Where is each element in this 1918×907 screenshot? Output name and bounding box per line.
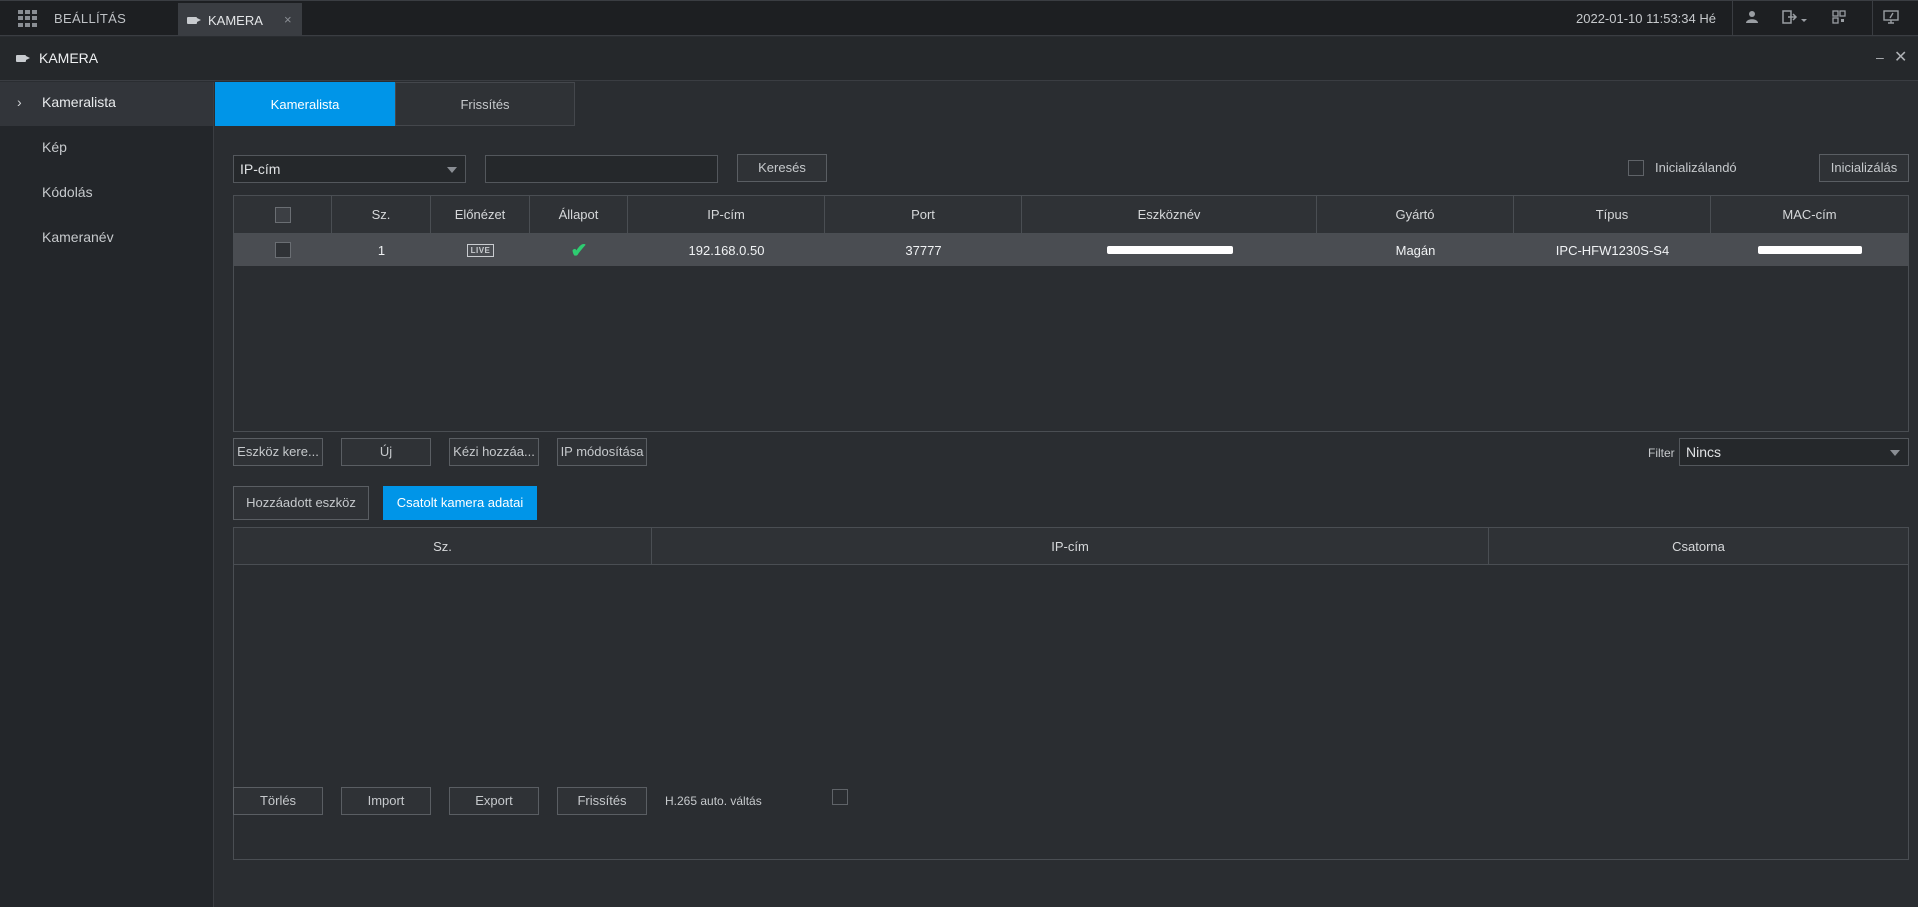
status-cell: ✔ [530, 234, 628, 266]
sidebar-item-label: Kameralista [42, 94, 116, 110]
delete-button[interactable]: Törlés [233, 787, 323, 815]
column-header: Gyártó [1317, 196, 1514, 233]
new-device-button[interactable]: Új [341, 438, 431, 466]
preview-cell: LIVE [431, 234, 530, 266]
column-header: Előnézet [431, 196, 530, 233]
divider [1732, 1, 1733, 36]
datetime-display: 2022-01-10 11:53:34 Hé [1576, 11, 1716, 26]
linked-table-header: Sz. IP-cím Csatorna [234, 528, 1908, 565]
search-button[interactable]: Keresés [737, 154, 827, 182]
table-row[interactable]: 1 LIVE ✔ 192.168.0.50 37777 Magán IPC-HF… [234, 234, 1908, 266]
divider [1872, 1, 1873, 36]
device-table: Sz. Előnézet Állapot IP-cím Port Eszközn… [233, 195, 1909, 432]
column-header: IP-cím [628, 196, 825, 233]
filter-value: Nincs [1686, 444, 1722, 460]
init-button[interactable]: Inicializálás [1819, 154, 1909, 182]
h265-checkbox[interactable] [832, 789, 848, 805]
device-name-redacted [1022, 234, 1317, 266]
port: 37777 [905, 242, 942, 258]
column-header: MAC-cím [1782, 207, 1837, 222]
chevron-down-icon [447, 167, 457, 173]
home-label[interactable]: BEÁLLÍTÁS [54, 11, 126, 26]
panel-title-bar: KAMERA – ✕ [0, 37, 1918, 81]
main-content: Kameralista Frissítés IP-cím Keresés Ini… [215, 82, 1918, 907]
search-field-select[interactable]: IP-cím [233, 155, 466, 183]
column-header: Csatorna [1672, 538, 1725, 554]
tab-label: KAMERA [208, 13, 263, 28]
main-menu-grid-icon[interactable] [18, 10, 37, 27]
user-icon[interactable] [1742, 9, 1762, 29]
sidebar-item-kameranev[interactable]: Kameranév [0, 217, 213, 261]
filter-select[interactable]: Nincs [1679, 438, 1909, 466]
mac-address-redacted [1711, 234, 1908, 266]
device-type: IPC-HFW1230S-S4 [1555, 242, 1670, 258]
select-all-cell [234, 196, 332, 233]
minimize-icon[interactable]: – [1876, 49, 1884, 65]
ip-address: 192.168.0.50 [688, 242, 765, 258]
close-icon[interactable]: ✕ [1894, 47, 1907, 67]
logout-icon[interactable] [1780, 9, 1810, 29]
live-preview-icon[interactable]: LIVE [466, 243, 495, 257]
camera-icon [16, 55, 30, 62]
row-number: 1 [377, 242, 386, 258]
export-button[interactable]: Export [449, 787, 539, 815]
chevron-right-icon: › [17, 94, 22, 110]
column-header: Típus [1514, 196, 1711, 233]
h265-label: H.265 auto. váltás [665, 794, 762, 808]
row-select-cell [234, 234, 332, 266]
sidebar-item-kodolas[interactable]: Kódolás [0, 172, 213, 216]
checkmark-icon: ✔ [570, 239, 588, 262]
tab-close-icon[interactable]: × [284, 12, 292, 27]
filter-label: Filter [1648, 446, 1675, 460]
chevron-down-icon [1890, 450, 1900, 456]
init-checkbox[interactable] [1628, 160, 1644, 176]
import-button[interactable]: Import [341, 787, 431, 815]
monitor-icon[interactable] [1881, 9, 1901, 29]
tab-added-devices[interactable]: Hozzáadott eszköz [233, 486, 369, 520]
tab-kamera[interactable]: KAMERA × [178, 3, 302, 36]
qr-code-icon[interactable] [1829, 9, 1849, 29]
refresh-button[interactable]: Frissítés [557, 787, 647, 815]
tab-frissites[interactable]: Frissítés [395, 82, 575, 126]
tab-linked-camera-data[interactable]: Csatolt kamera adatai [383, 486, 537, 520]
redacted-mark [1106, 246, 1233, 254]
manual-add-button[interactable]: Kézi hozzáa... [449, 438, 539, 466]
sidebar-item-kameralista[interactable]: › Kameralista [0, 82, 213, 126]
device-table-header: Sz. Előnézet Állapot IP-cím Port Eszközn… [234, 196, 1908, 234]
sidebar-item-label: Kép [42, 139, 67, 155]
column-header: Sz. [332, 196, 431, 233]
sidebar-item-label: Kameranév [42, 229, 114, 245]
column-header: Állapot [530, 196, 628, 233]
column-header: Eszköznév [1022, 196, 1317, 233]
select-all-checkbox[interactable] [274, 206, 291, 223]
column-header: Port [825, 196, 1022, 233]
ip-modify-button[interactable]: IP módosítása [557, 438, 647, 466]
sidebar-item-label: Kódolás [42, 184, 93, 200]
search-input[interactable] [485, 155, 718, 183]
column-header: Sz. [234, 528, 652, 564]
redacted-mark [1757, 246, 1862, 254]
sidebar-item-kep[interactable]: Kép [0, 127, 213, 171]
search-device-button[interactable]: Eszköz kere... [233, 438, 323, 466]
init-checkbox-label: Inicializálandó [1655, 160, 1737, 175]
vendor: Magán [1395, 242, 1436, 258]
top-bar: BEÁLLÍTÁS KAMERA × 2022-01-10 11:53:34 H… [0, 0, 1918, 36]
tab-kameralista[interactable]: Kameralista [215, 82, 395, 126]
row-checkbox[interactable] [275, 242, 291, 258]
panel-title: KAMERA [39, 50, 99, 66]
sidebar: › Kameralista Kép Kódolás Kameranév [0, 82, 214, 907]
home-menu[interactable]: BEÁLLÍTÁS [0, 1, 176, 36]
column-header: IP-cím [652, 528, 1489, 564]
search-field-value: IP-cím [240, 161, 281, 177]
camera-icon [187, 17, 201, 24]
